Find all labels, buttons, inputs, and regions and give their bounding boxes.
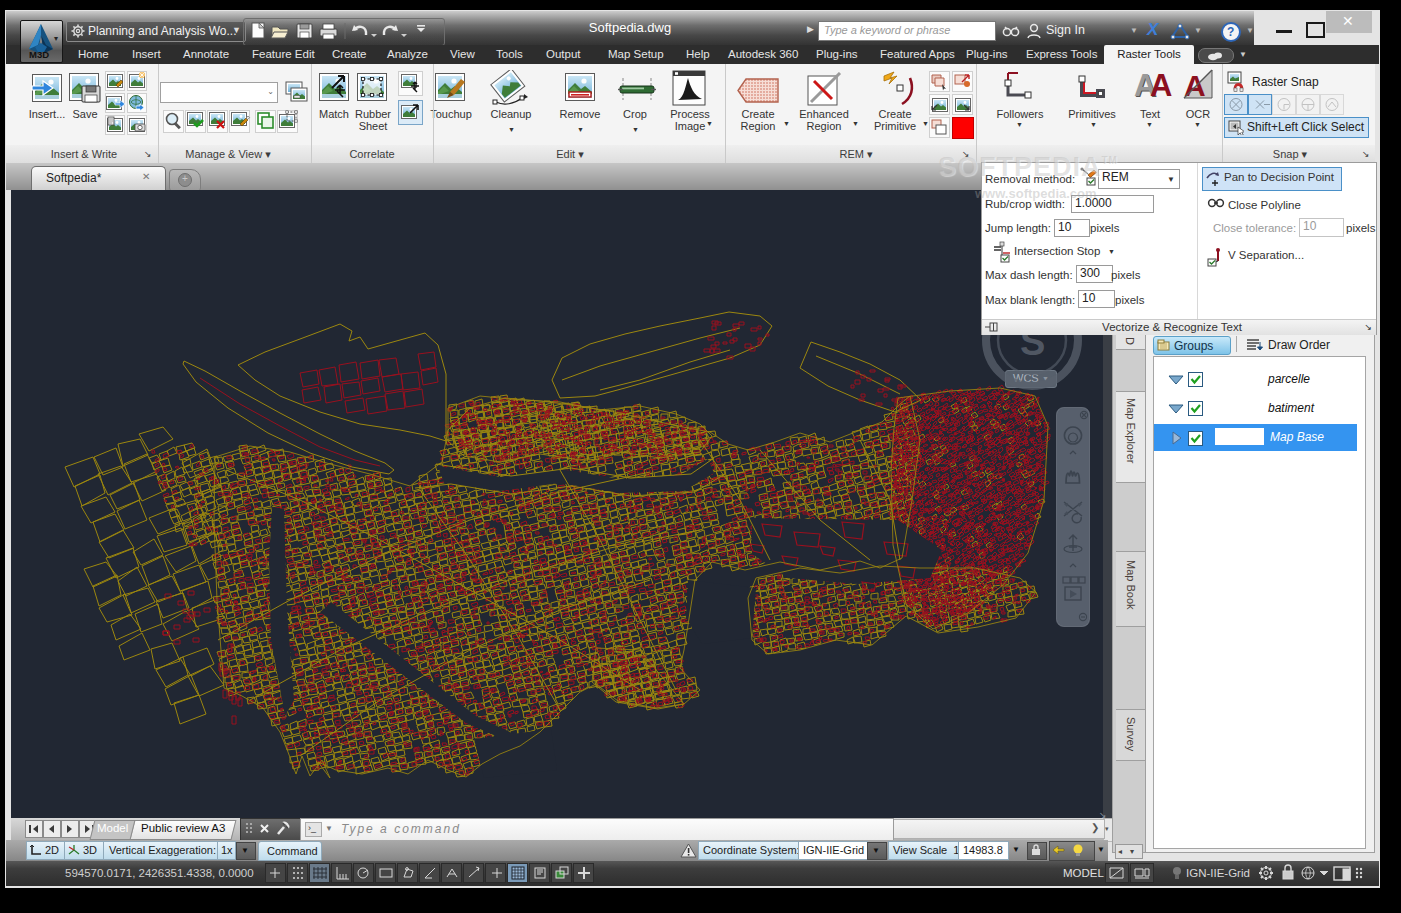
svg-text:A: A — [1184, 69, 1206, 102]
